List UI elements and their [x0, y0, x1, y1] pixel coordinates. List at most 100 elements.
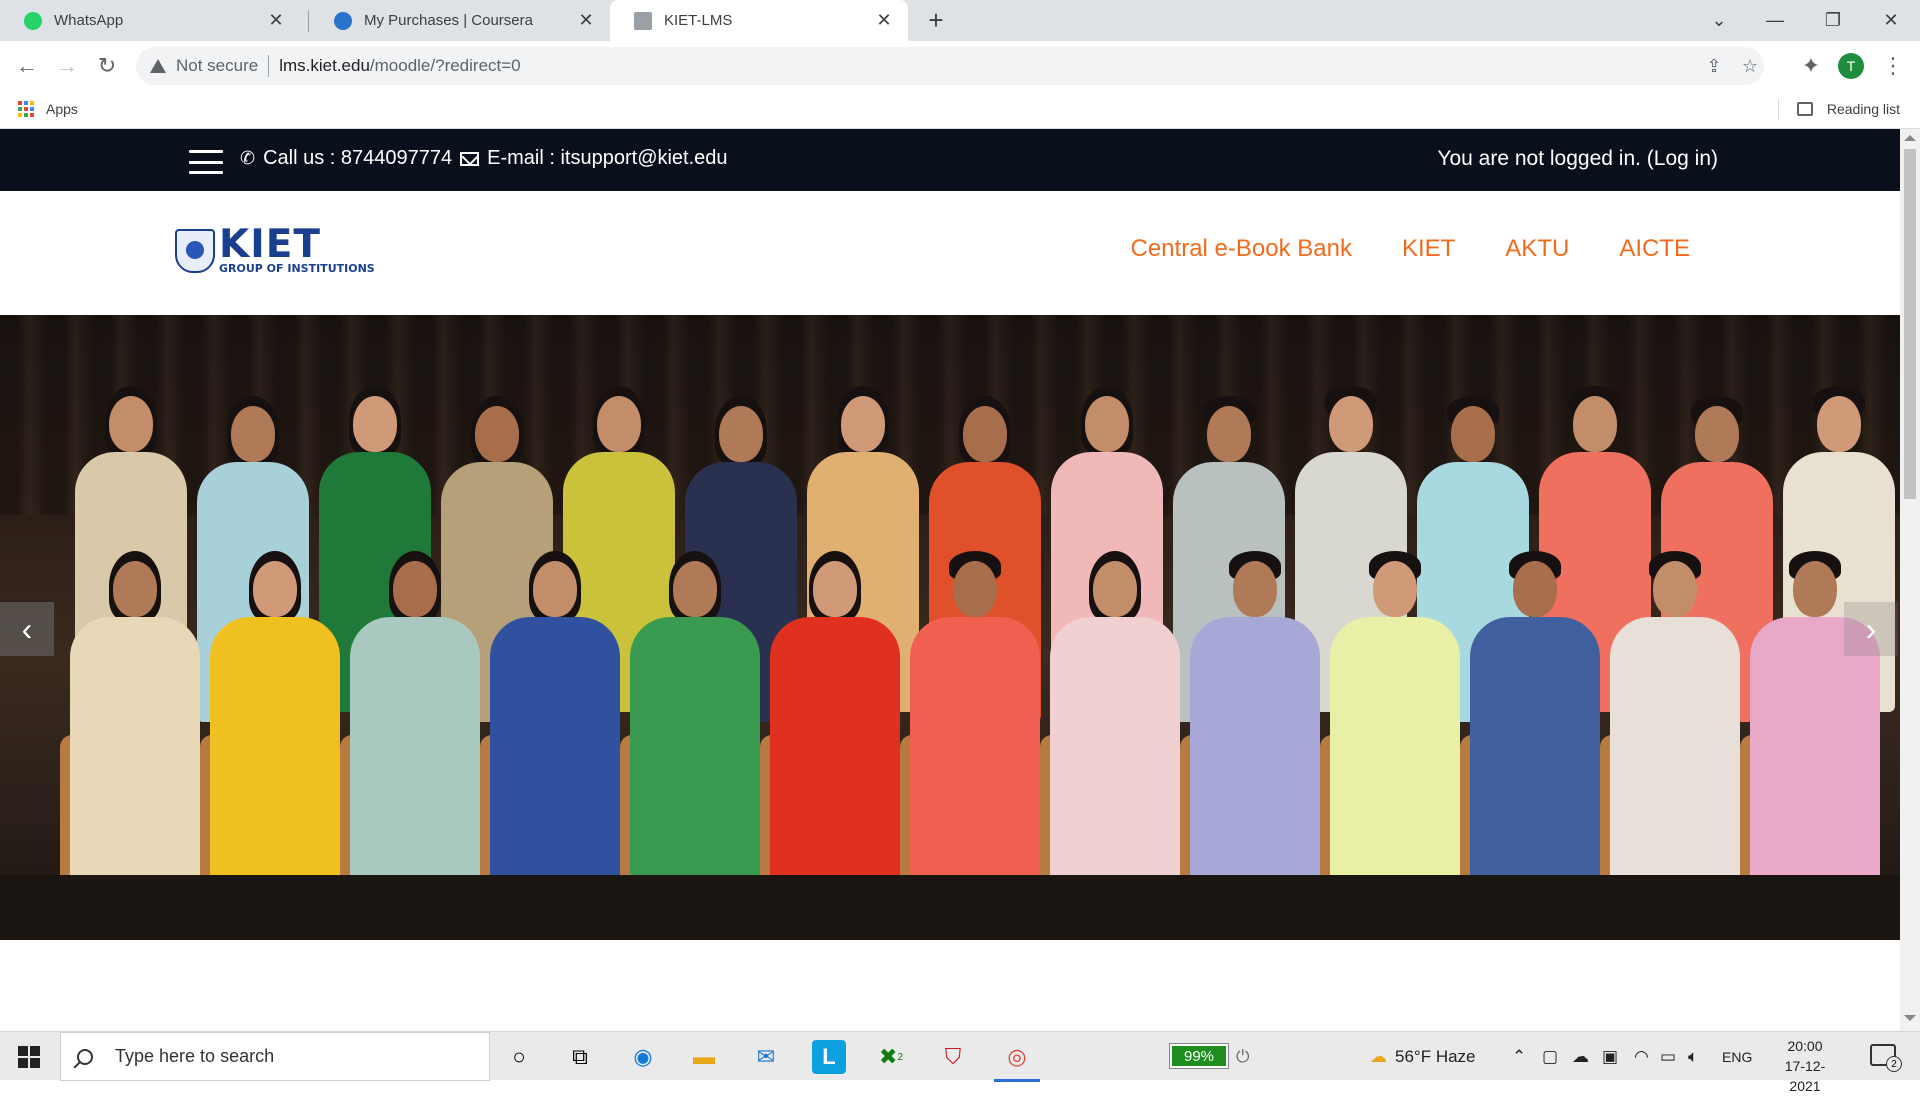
cortana-icon[interactable]: ○	[502, 1040, 536, 1074]
logo-subtitle: GROUP OF INSTITUTIONS	[219, 262, 375, 275]
share-icon[interactable]: ⇪	[1696, 47, 1732, 85]
search-placeholder: Type here to search	[115, 1046, 275, 1066]
taskbar-search[interactable]: Type here to search	[60, 1032, 490, 1081]
restore-icon[interactable]: ❐	[1810, 0, 1856, 41]
phone-icon: ✆	[240, 148, 256, 168]
nav-aktu[interactable]: AKTU	[1505, 235, 1569, 263]
stage-floor	[0, 875, 1900, 940]
apps-shortcut[interactable]: Apps	[18, 101, 78, 117]
coursera-icon	[334, 11, 352, 30]
login-status[interactable]: You are not logged in. (Log in)	[1437, 147, 1718, 171]
back-icon[interactable]: ←	[10, 49, 44, 83]
tab-coursera[interactable]: My Purchases | Coursera ✕	[310, 0, 610, 41]
clock-date: 17-12-2021	[1784, 1058, 1826, 1094]
new-tab-button[interactable]: +	[920, 4, 952, 36]
site-topbar: ✆ Call us : 8744097774 E-mail : itsuppor…	[0, 129, 1900, 191]
tab-kiet-lms[interactable]: KIET-LMS ✕	[610, 0, 908, 41]
main-nav: Central e-Book Bank KIET AKTU AICTE	[1081, 235, 1691, 263]
nav-aicte[interactable]: AICTE	[1619, 235, 1690, 263]
chrome-icon[interactable]: ◎	[994, 1040, 1040, 1082]
browser-tab-strip: WhatsApp ✕ My Purchases | Coursera ✕ KIE…	[0, 0, 1920, 41]
scroll-down-icon[interactable]	[1904, 1015, 1916, 1021]
close-icon[interactable]: ✕	[874, 10, 894, 31]
onedrive-icon[interactable]: ☁	[1572, 1032, 1589, 1081]
xbox-icon[interactable]: ✖ 2	[874, 1040, 908, 1074]
apps-grid-icon	[18, 101, 34, 117]
warning-icon	[150, 59, 166, 73]
weather-widget[interactable]: ☁ 56°F Haze	[1370, 1032, 1476, 1081]
contact-info: ✆ Call us : 8744097774 E-mail : itsuppor…	[240, 147, 728, 170]
tab-title: My Purchases | Coursera	[364, 12, 533, 29]
tab-title: WhatsApp	[54, 12, 124, 29]
battery-indicator[interactable]: 99%	[1169, 1043, 1229, 1069]
tab-search-icon[interactable]: ⌄	[1696, 0, 1742, 41]
carousel-prev-button[interactable]: ‹	[0, 602, 54, 656]
weather-text: 56°F Haze	[1395, 1046, 1476, 1066]
window-close-icon[interactable]: ✕	[1868, 0, 1914, 41]
close-icon[interactable]: ✕	[576, 10, 596, 31]
browser-toolbar: ← → ↻ Not secure lms.kiet.edu /moodle/?r…	[0, 41, 1920, 91]
whatsapp-icon	[24, 11, 42, 30]
security-label: Not secure	[176, 56, 259, 75]
url-path: /moodle/?redirect=0	[369, 56, 521, 75]
edge-icon[interactable]: ◉	[626, 1040, 660, 1074]
forward-icon[interactable]: →	[50, 49, 84, 83]
extensions-icon[interactable]: ✦	[1794, 49, 1828, 83]
notification-count: 2	[1886, 1056, 1902, 1072]
meet-now-icon[interactable]: ▢	[1542, 1032, 1558, 1081]
plug-icon: ⏻	[1236, 1046, 1250, 1066]
apps-label: Apps	[46, 101, 78, 117]
bookmarks-bar: Apps Reading list	[0, 91, 1920, 129]
carousel-next-button[interactable]: ›	[1844, 602, 1898, 656]
hero-carousel: ‹ ›	[0, 315, 1900, 940]
weather-icon: ☁	[1370, 1046, 1387, 1066]
reading-list-button[interactable]: Reading list	[1796, 101, 1900, 117]
nav-kiet[interactable]: KIET	[1402, 235, 1455, 263]
scroll-up-icon[interactable]	[1904, 135, 1916, 141]
tab-title: KIET-LMS	[664, 12, 733, 29]
battery-icon[interactable]: ▭	[1660, 1032, 1676, 1081]
reload-icon[interactable]: ↻	[90, 49, 124, 83]
reading-list-label: Reading list	[1826, 101, 1900, 117]
windows-start-icon[interactable]	[18, 1046, 40, 1068]
clock[interactable]: 20:00 17-12-2021	[1770, 1036, 1840, 1096]
page-scrollbar[interactable]	[1900, 129, 1920, 1031]
address-bar[interactable]: Not secure lms.kiet.edu /moodle/?redirec…	[136, 47, 1764, 85]
display-icon[interactable]: ▣	[1602, 1032, 1618, 1081]
minimize-icon[interactable]: —	[1752, 0, 1798, 41]
nav-ebook-bank[interactable]: Central e-Book Bank	[1131, 235, 1352, 263]
tray-overflow-icon[interactable]: ⌃	[1512, 1032, 1526, 1081]
app-l-icon[interactable]: L	[812, 1040, 846, 1074]
page-viewport: ✆ Call us : 8744097774 E-mail : itsuppor…	[0, 129, 1900, 1031]
divider	[268, 55, 270, 77]
logo-name: KIET	[219, 222, 321, 267]
site-header: KIET GROUP OF INSTITUTIONS Central e-Boo…	[0, 191, 1900, 315]
mail-icon[interactable]: ✉	[749, 1040, 783, 1074]
profile-avatar[interactable]: T	[1838, 53, 1864, 79]
email-text[interactable]: E-mail : itsupport@kiet.edu	[487, 147, 727, 170]
menu-kebab-icon[interactable]: ⋮	[1876, 49, 1910, 83]
windows-taskbar: Type here to search ○ ⧉ ◉ ▬ ✉ L ✖ 2 ⛉ ◎ 9…	[0, 1031, 1920, 1094]
logo-text: KIET GROUP OF INSTITUTIONS	[219, 222, 375, 275]
envelope-icon	[460, 151, 480, 166]
task-view-icon[interactable]: ⧉	[563, 1040, 597, 1074]
crest-icon	[175, 229, 215, 273]
tab-separator	[308, 10, 309, 32]
mcafee-icon[interactable]: ⛉	[936, 1040, 970, 1074]
reading-list-icon	[1796, 102, 1813, 116]
url-host: lms.kiet.edu	[279, 56, 370, 75]
document-icon	[634, 11, 652, 30]
scroll-thumb[interactable]	[1904, 149, 1916, 499]
wifi-icon[interactable]: ◠	[1634, 1032, 1649, 1081]
hamburger-menu-icon[interactable]	[189, 150, 223, 174]
divider	[1778, 99, 1779, 121]
call-us-text: Call us : 8744097774	[263, 147, 453, 169]
volume-icon[interactable]: 🔈︎	[1688, 1032, 1698, 1081]
close-icon[interactable]: ✕	[266, 10, 286, 31]
notification-center-icon[interactable]: 2	[1870, 1044, 1902, 1072]
language-indicator[interactable]: ENG	[1722, 1032, 1752, 1081]
tab-whatsapp[interactable]: WhatsApp ✕	[0, 0, 300, 41]
kiet-logo[interactable]: KIET GROUP OF INSTITUTIONS	[175, 222, 375, 275]
bookmark-star-icon[interactable]: ☆	[1732, 47, 1768, 85]
file-explorer-icon[interactable]: ▬	[687, 1040, 721, 1074]
